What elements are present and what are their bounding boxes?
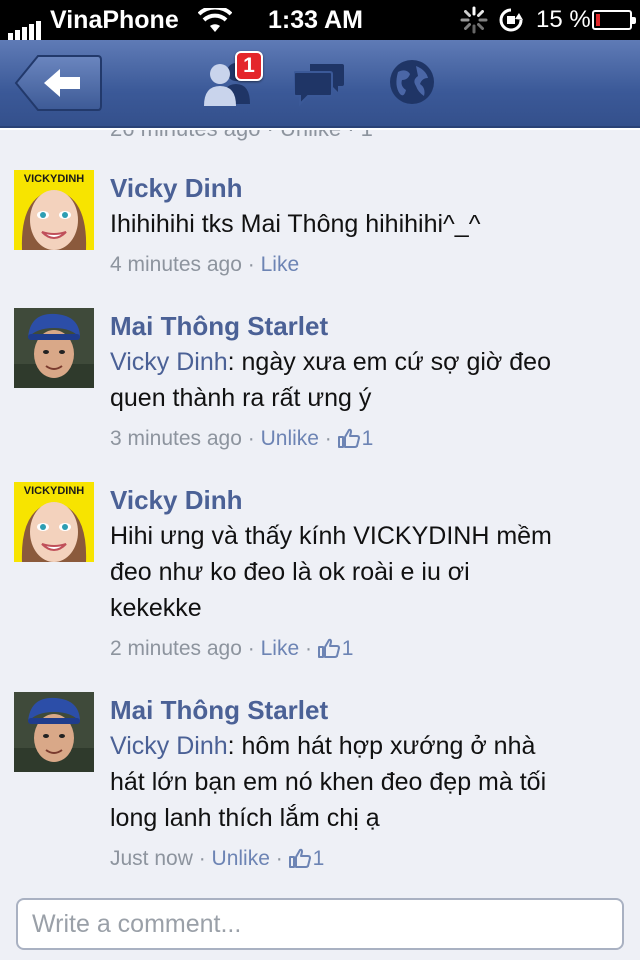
comment-text-line: quen thành ra rất ưng ý (110, 384, 372, 412)
thumbs-up-icon (288, 847, 311, 877)
write-comment-input[interactable] (16, 898, 624, 950)
commenter-name[interactable]: Mai Thông Starlet (110, 692, 620, 728)
comment-text-line: long lanh thích lắm chị ạ (110, 804, 380, 832)
comment-text: Hihi ưng và thấy kính VICKYDINH mềm đeo … (110, 518, 620, 626)
comment-text: Ihihihihi tks Mai Thông hihihihi^_^ (110, 206, 620, 242)
comment-text-line: Hihi ưng và thấy kính VICKYDINH mềm (110, 522, 552, 550)
comment-text-line: đeo như ko đeo là ok roài e iu ơi (110, 558, 470, 586)
like-count: 1 (361, 427, 374, 450)
navigation-bar: 1 (0, 40, 640, 128)
like-count: 1 (341, 637, 354, 660)
comment-text-line: : hôm hát hợp xướng ở nhà (227, 732, 536, 760)
previous-comment-meta: 26 minutes ago · Unlike · 1 (110, 130, 373, 142)
comment-text: Vicky Dinh: ngày xưa em cứ sợ giờ đeo qu… (110, 344, 620, 416)
carrier-name: VinaPhone (50, 6, 179, 34)
comment-meta: 4 minutes ago · Like (110, 253, 300, 276)
logo-text: VICKYDINH (24, 173, 85, 185)
comment-body: Mai Thông Starlet Vicky Dinh: ngày xưa e… (110, 308, 620, 457)
like-link[interactable]: Like (261, 253, 300, 276)
avatar[interactable] (14, 692, 94, 772)
status-bar: VinaPhone 1:33 AM 15 % (0, 0, 640, 40)
clock: 1:33 AM (268, 6, 363, 34)
back-button[interactable] (14, 54, 102, 112)
avatar[interactable]: VICKYDINH (14, 482, 94, 562)
activity-spinner-icon (460, 6, 488, 41)
mention-link[interactable]: Vicky Dinh (110, 732, 228, 760)
comment-meta: 3 minutes ago · Unlike · 1 (110, 424, 620, 457)
comment-text-line: hát lớn bạn em nó khen đeo đẹp mà tối (110, 768, 547, 796)
like-count: 1 (312, 847, 325, 870)
comment-meta: 2 minutes ago · Like · 1 (110, 634, 620, 667)
avatar[interactable] (14, 308, 94, 388)
comment-body: Mai Thông Starlet Vicky Dinh: hôm hát hợ… (110, 692, 620, 877)
wifi-icon (197, 5, 233, 41)
comment-time: 2 minutes ago (110, 637, 242, 660)
thumbs-up-icon (317, 637, 340, 667)
logo-text: VICKYDINH (24, 485, 85, 497)
back-arrow-icon (14, 55, 102, 111)
battery-icon (592, 10, 636, 30)
comment-meta: Just now · Unlike · 1 (110, 844, 620, 877)
comment-time: 3 minutes ago (110, 427, 242, 450)
commenter-name[interactable]: Vicky Dinh (110, 170, 620, 206)
comments-feed[interactable]: 26 minutes ago · Unlike · 1 VICKYDINH Vi… (0, 130, 640, 890)
comment-time: Just now (110, 847, 193, 870)
comment-text-line: Ihihihihi tks Mai Thông hihihihi^_^ (110, 210, 481, 238)
comment-text-line: : ngày xưa em cứ sợ giờ đeo (227, 348, 551, 376)
battery-percent: 15 % (536, 6, 591, 33)
mention-link[interactable]: Vicky Dinh (110, 348, 228, 376)
friend-requests-badge: 1 (235, 51, 263, 81)
like-link[interactable]: Like (261, 637, 300, 660)
comment-text: Vicky Dinh: hôm hát hợp xướng ở nhà hát … (110, 728, 620, 836)
notifications-globe-icon[interactable] (388, 58, 436, 111)
signal-strength-icon (8, 11, 43, 40)
avatar[interactable]: VICKYDINH (14, 170, 94, 250)
unlike-link[interactable]: Unlike (261, 427, 319, 450)
orientation-lock-icon (498, 7, 524, 40)
commenter-name[interactable]: Vicky Dinh (110, 482, 620, 518)
commenter-name[interactable]: Mai Thông Starlet (110, 308, 620, 344)
unlike-link[interactable]: Unlike (212, 847, 270, 870)
thumbs-up-icon (337, 427, 360, 457)
comment-composer (0, 890, 640, 960)
comment-text-line: kekekke (110, 594, 202, 622)
comment-body: Vicky Dinh Ihihihihi tks Mai Thông hihih… (110, 170, 620, 280)
comment-body: Vicky Dinh Hihi ưng và thấy kính VICKYDI… (110, 482, 620, 667)
comment-time: 4 minutes ago (110, 253, 242, 276)
messages-icon[interactable] (293, 58, 346, 113)
